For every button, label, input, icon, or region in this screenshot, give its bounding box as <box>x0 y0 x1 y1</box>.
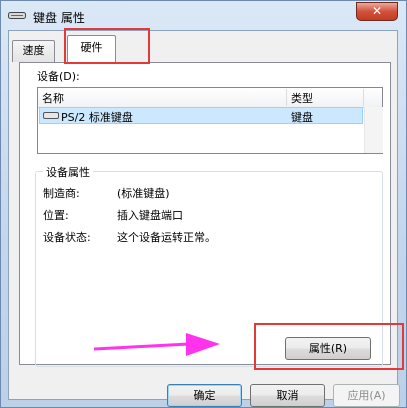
location-label: 位置: <box>43 209 69 222</box>
hardware-tab-highlight-box <box>64 28 150 64</box>
properties-button-highlight-box <box>254 323 404 370</box>
cancel-button[interactable]: 取消 <box>250 384 325 407</box>
column-separator[interactable] <box>286 89 287 106</box>
tab-speed[interactable]: 速度 <box>12 40 55 62</box>
device-list-scroll-area[interactable] <box>364 107 383 153</box>
device-list[interactable]: 名称 类型 PS/2 标准键盘 键盘 <box>37 87 383 154</box>
apply-button[interactable]: 应用(A) <box>333 384 400 407</box>
device-name: PS/2 标准键盘 <box>61 111 133 124</box>
ok-button[interactable]: 确定 <box>167 384 242 407</box>
column-separator[interactable] <box>363 89 364 106</box>
device-row[interactable]: PS/2 标准键盘 键盘 <box>39 107 363 124</box>
device-properties-title: 设备属性 <box>43 164 93 180</box>
window-title: 键盘 属性 <box>33 11 85 25</box>
close-button[interactable]: ✕ <box>356 2 398 21</box>
title-bar[interactable]: 键盘 属性 ✕ <box>1 1 406 31</box>
keyboard-icon <box>8 12 26 19</box>
devices-label: 设备(D): <box>37 70 80 83</box>
keyboard-device-icon <box>43 112 59 119</box>
column-header-type[interactable]: 类型 <box>291 90 313 106</box>
column-header-name[interactable]: 名称 <box>42 90 64 106</box>
manufacturer-value: (标准键盘) <box>117 187 170 200</box>
device-list-header: 名称 类型 <box>38 88 382 108</box>
location-value: 插入键盘端口 <box>117 209 183 222</box>
device-status-value: 这个设备运转正常。 <box>117 231 216 244</box>
device-type: 键盘 <box>291 111 313 124</box>
device-status-label: 设备状态: <box>43 231 91 244</box>
manufacturer-label: 制造商: <box>43 187 80 200</box>
pointer-arrow-icon <box>94 333 220 356</box>
